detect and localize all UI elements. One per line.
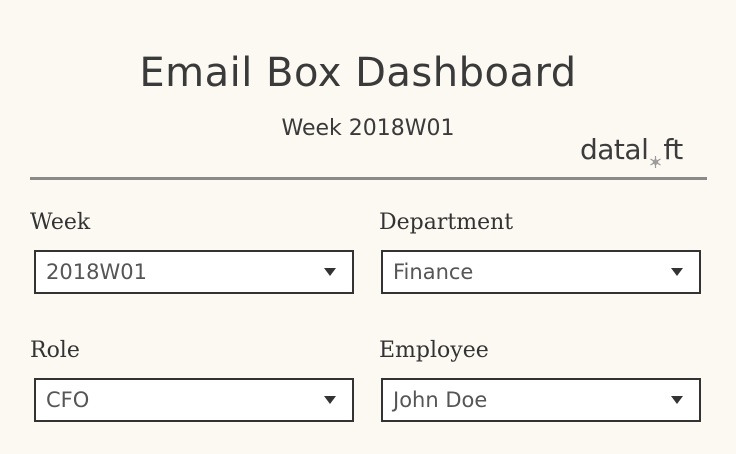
department-filter-value: Finance (393, 260, 474, 284)
chevron-down-icon (671, 268, 683, 276)
employee-filter-value: John Doe (393, 388, 488, 412)
role-filter-value: CFO (46, 388, 90, 412)
role-filter-label: Role (30, 338, 80, 363)
department-filter-label: Department (379, 210, 514, 235)
employee-filter-select[interactable]: John Doe (381, 378, 701, 422)
week-filter-label: Week (30, 210, 91, 235)
chevron-down-icon (671, 396, 683, 404)
chevron-down-icon (324, 268, 336, 276)
week-filter-select[interactable]: 2018W01 (34, 250, 354, 294)
chevron-down-icon (324, 396, 336, 404)
dashboard-title: Email Box Dashboard (139, 50, 577, 96)
header-divider (30, 177, 707, 180)
department-filter-select[interactable]: Finance (381, 250, 701, 294)
logo-text-left: datal (580, 133, 649, 166)
logo-star-icon (649, 144, 662, 168)
logo-text-right: ft (663, 133, 683, 166)
employee-filter-label: Employee (379, 338, 489, 363)
role-filter-select[interactable]: CFO (34, 378, 354, 422)
datasoft-logo: datal ft (580, 133, 683, 168)
week-filter-value: 2018W01 (46, 260, 147, 284)
